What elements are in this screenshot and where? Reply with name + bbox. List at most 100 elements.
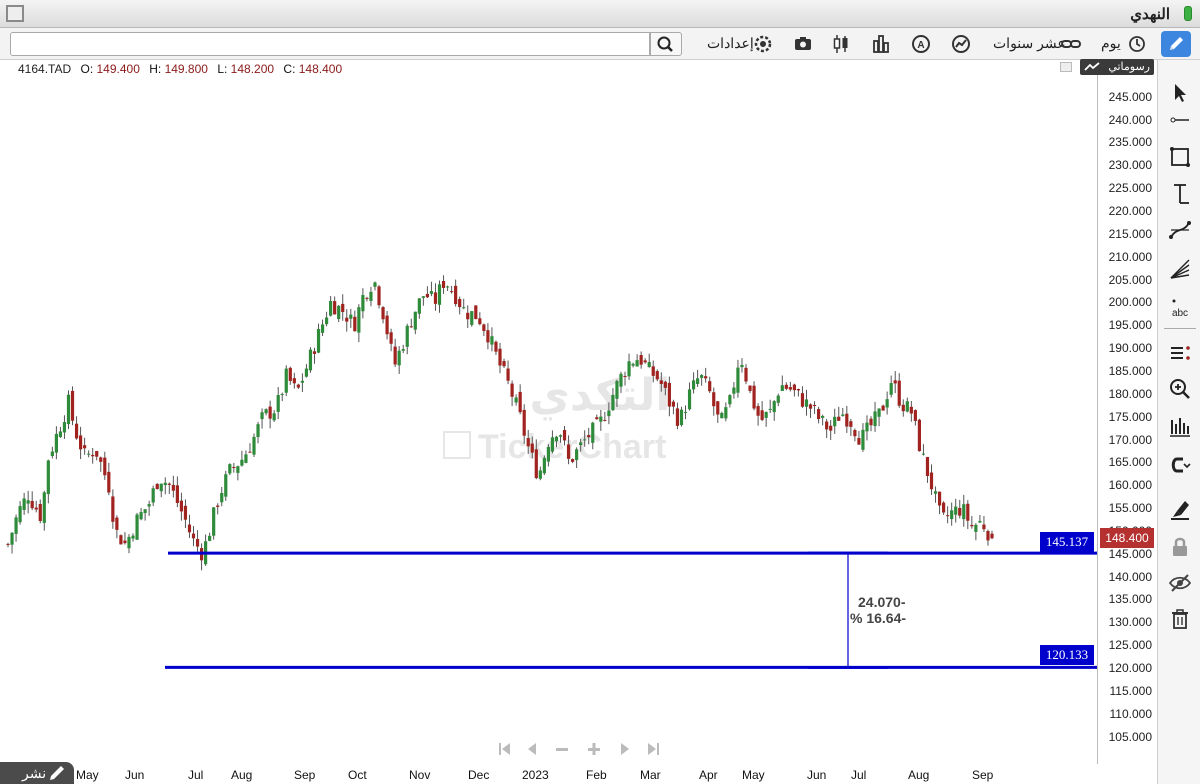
svg-text:abc: abc: [1172, 308, 1188, 319]
magnet-icon[interactable]: [1167, 452, 1193, 478]
time-tick-label: Sep: [294, 768, 316, 782]
hide-drawings-icon[interactable]: [1167, 570, 1193, 596]
price-tick-label: 155.000: [1108, 501, 1152, 516]
price-chart[interactable]: التكدي TickerChart: [0, 0, 1157, 784]
candle-body: [615, 380, 619, 399]
candle-body: [345, 317, 349, 322]
current-price-value: 148.400: [1105, 531, 1149, 546]
candle-body: [929, 472, 934, 490]
zoom-out-icon[interactable]: [556, 748, 568, 751]
candle-body: [494, 341, 498, 352]
panel-collapse-button[interactable]: [1060, 62, 1072, 72]
pencil-icon: [1170, 37, 1183, 50]
price-tick-label: 230.000: [1108, 158, 1152, 173]
candle-body: [373, 282, 377, 287]
candle-body: [474, 305, 478, 320]
support-lower-label[interactable]: 120.133: [1040, 645, 1094, 666]
price-tick-label: 210.000: [1108, 249, 1152, 264]
time-tick-label: Aug: [231, 768, 253, 782]
candle-body: [320, 324, 325, 333]
scroll-left-icon[interactable]: [528, 743, 536, 755]
candle-body: [30, 500, 34, 509]
candle-body: [437, 284, 442, 305]
candle-body: [530, 443, 534, 453]
candle-body: [821, 415, 825, 418]
jump-end-icon[interactable]: [648, 743, 659, 755]
price-tick-label: 160.000: [1108, 478, 1152, 493]
candle-body: [704, 376, 708, 379]
candle-body: [458, 298, 462, 308]
trend-arrow-icon: [1084, 62, 1100, 71]
candle-body: [772, 401, 776, 413]
support-lower-value: 120.133: [1045, 647, 1089, 663]
candle-body: [841, 414, 845, 416]
candle-body: [502, 361, 506, 367]
time-tick-label: Aug: [908, 768, 930, 782]
candle-body: [171, 484, 175, 491]
candle-body: [619, 373, 623, 387]
candle-body: [905, 401, 909, 412]
candle-body: [708, 381, 712, 392]
time-axis[interactable]: AprMayJunJulAugSepOctNovDec2023FebMarApr…: [0, 764, 1157, 784]
candle-body: [510, 383, 514, 397]
candle-body: [901, 404, 905, 412]
zoom-icon[interactable]: [1167, 376, 1193, 402]
text-tool-icon[interactable]: abc: [1167, 296, 1193, 322]
candle-body: [99, 457, 103, 462]
drawings-layer[interactable]: [165, 551, 1097, 669]
brush-icon[interactable]: [1167, 497, 1193, 523]
support-upper-label[interactable]: 145.137: [1040, 532, 1094, 553]
candle-body: [393, 346, 397, 365]
scroll-right-icon[interactable]: [621, 743, 629, 755]
candle-body: [385, 315, 389, 335]
volume-bars-icon[interactable]: [1167, 414, 1193, 440]
candle-body: [921, 453, 926, 455]
share-button[interactable]: نشر: [0, 762, 74, 784]
candle-body: [825, 421, 829, 430]
price-tick-label: 205.000: [1108, 272, 1152, 287]
gann-fan-icon[interactable]: [1167, 256, 1193, 282]
candle-body: [889, 383, 893, 395]
candle-body: [187, 524, 192, 533]
candle-body: [308, 349, 313, 371]
candle-body: [506, 368, 510, 381]
candle-body: [115, 517, 119, 530]
candle-body: [123, 540, 127, 544]
my-drawings-button[interactable]: رسوماتي: [1080, 59, 1154, 75]
candle-body: [570, 459, 575, 462]
jump-start-icon[interactable]: [499, 743, 510, 755]
candle-body: [768, 408, 772, 410]
candle-body: [405, 325, 409, 347]
candle-body: [845, 413, 849, 427]
trash-icon[interactable]: [1167, 606, 1193, 632]
candle-body: [482, 324, 486, 331]
share-pencil-icon: [50, 766, 64, 780]
candle-body: [647, 361, 651, 368]
candle-body: [220, 492, 224, 503]
candle-body: [885, 399, 889, 408]
candle-body: [740, 364, 744, 368]
candle-body: [683, 411, 688, 413]
price-tick-label: 120.000: [1108, 661, 1152, 675]
measure-tool-icon[interactable]: [1167, 181, 1193, 207]
candle-body: [591, 422, 595, 443]
horizontal-line-tool-icon[interactable]: [1167, 107, 1193, 133]
candle-body: [655, 371, 659, 380]
channel-tool-icon[interactable]: [1167, 217, 1193, 243]
candle-body: [776, 395, 780, 403]
candle-body: [151, 488, 155, 503]
time-tick-label: May: [742, 768, 765, 782]
candle-body: [369, 291, 373, 301]
candle-body: [228, 464, 232, 474]
draw-mode-button[interactable]: [1161, 31, 1191, 57]
candle-body: [595, 417, 599, 420]
candle-body: [329, 300, 333, 316]
candle-body: [897, 380, 901, 406]
drawing-list-icon[interactable]: [1167, 340, 1193, 366]
lock-icon[interactable]: [1167, 534, 1193, 560]
rectangle-tool-icon[interactable]: [1167, 144, 1193, 170]
candle-body: [74, 423, 79, 439]
candle-body: [679, 409, 684, 426]
zoom-in-icon[interactable]: [588, 743, 600, 755]
cursor-arrow-icon[interactable]: [1167, 80, 1193, 106]
